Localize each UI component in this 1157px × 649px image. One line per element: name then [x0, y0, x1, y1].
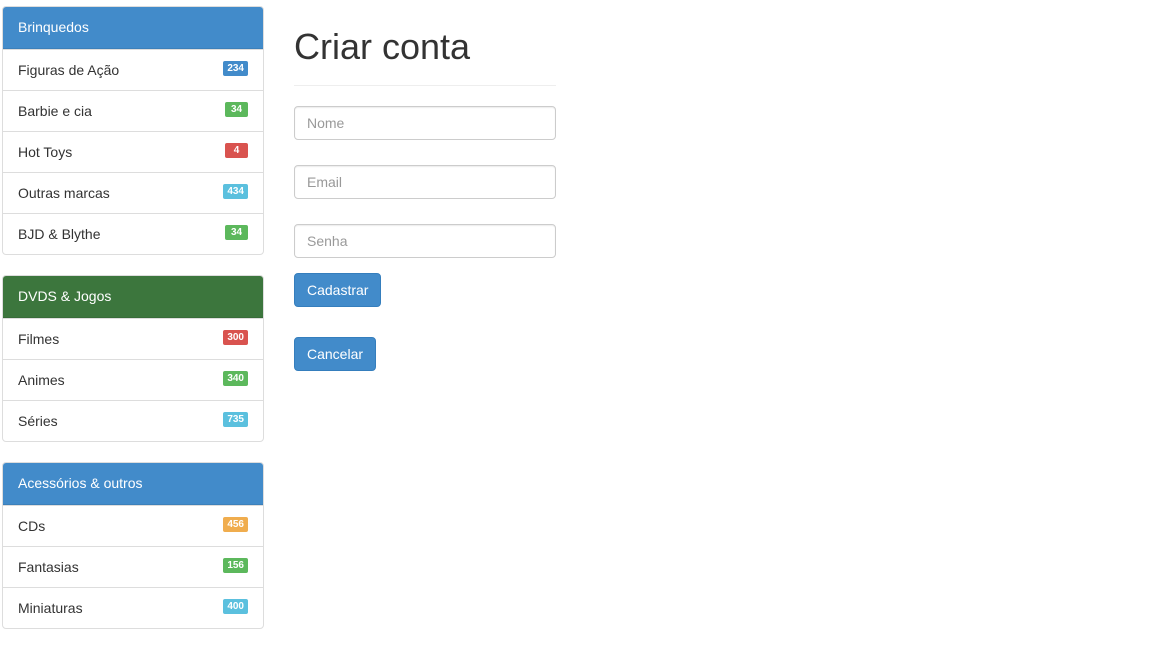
sidebar-item-label: Filmes: [18, 331, 60, 347]
sidebar-item-filmes[interactable]: Filmes 300: [3, 318, 263, 359]
panel-heading-acessorios-outros: Acessórios & outros: [3, 463, 263, 505]
count-badge: 300: [223, 330, 248, 345]
sidebar-item-label: Outras marcas: [18, 185, 110, 201]
count-badge: 34: [225, 225, 248, 240]
count-badge: 434: [223, 184, 248, 199]
count-badge: 156: [223, 558, 248, 573]
sidebar-item-label: Miniaturas: [18, 600, 83, 616]
cancel-button[interactable]: Cancelar: [294, 337, 377, 371]
submit-button[interactable]: Cadastrar: [294, 273, 382, 307]
sidebar-item-series[interactable]: Séries 735: [3, 400, 263, 441]
title-divider: [294, 85, 556, 86]
page-title: Criar conta: [294, 26, 471, 67]
sidebar-item-figuras-de-acao[interactable]: Figuras de Ação 234: [3, 49, 263, 90]
sidebar-item-label: CDs: [18, 518, 46, 534]
sidebar-item-outras-marcas[interactable]: Outras marcas 434: [3, 172, 263, 213]
count-badge: 400: [223, 599, 248, 614]
sidebar-item-fantasias[interactable]: Fantasias 156: [3, 546, 263, 587]
name-input[interactable]: [294, 106, 556, 140]
password-input[interactable]: [294, 224, 556, 258]
sidebar-item-label: Fantasias: [18, 559, 79, 575]
email-input[interactable]: [294, 165, 556, 199]
sidebar-item-bjd-blythe[interactable]: BJD & Blythe 34: [3, 213, 263, 254]
sidebar-item-miniaturas[interactable]: Miniaturas 400: [3, 587, 263, 628]
panel-dvds-jogos: DVDS & Jogos Filmes 300 Animes 340 Série…: [2, 275, 264, 442]
sidebar-item-label: Hot Toys: [18, 144, 73, 160]
sidebar: Brinquedos Figuras de Ação 234 Barbie e …: [2, 6, 264, 649]
panel-heading-brinquedos: Brinquedos: [3, 7, 263, 49]
sidebar-item-label: Animes: [18, 372, 65, 388]
sidebar-item-label: BJD & Blythe: [18, 226, 101, 242]
sidebar-item-hot-toys[interactable]: Hot Toys 4: [3, 131, 263, 172]
panel-heading-dvds-jogos: DVDS & Jogos: [3, 276, 263, 318]
count-badge: 735: [223, 412, 248, 427]
signup-form-area: Criar conta Cadastrar Cancelar: [294, 0, 556, 371]
sidebar-item-label: Figuras de Ação: [18, 62, 120, 78]
sidebar-item-label: Séries: [18, 413, 58, 429]
count-badge: 34: [225, 102, 248, 117]
count-badge: 340: [223, 371, 248, 386]
sidebar-item-cds[interactable]: CDs 456: [3, 505, 263, 546]
count-badge: 456: [223, 517, 248, 532]
sidebar-item-label: Barbie e cia: [18, 103, 92, 119]
count-badge: 234: [223, 61, 248, 76]
sidebar-item-animes[interactable]: Animes 340: [3, 359, 263, 400]
sidebar-item-barbie-e-cia[interactable]: Barbie e cia 34: [3, 90, 263, 131]
panel-acessorios-outros: Acessórios & outros CDs 456 Fantasias 15…: [2, 462, 264, 629]
count-badge: 4: [225, 143, 248, 158]
panel-brinquedos: Brinquedos Figuras de Ação 234 Barbie e …: [2, 6, 264, 255]
